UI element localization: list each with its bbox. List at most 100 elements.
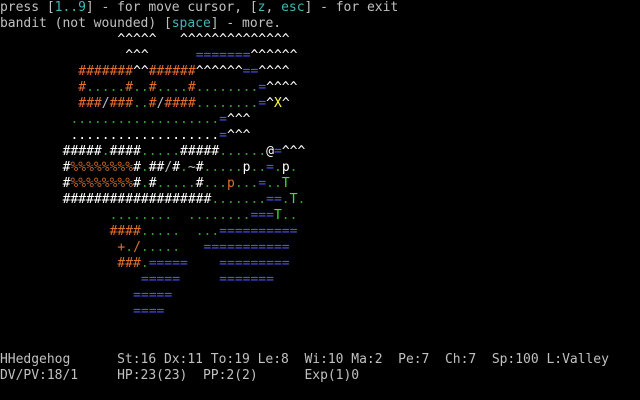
map-tiles (0, 96, 78, 111)
map-row: ===== ======= (0, 272, 274, 288)
map-tiles: ^^^^ (266, 80, 298, 95)
map-tiles: . (297, 192, 306, 207)
map-tiles: # (195, 176, 204, 191)
message-segment: esc (281, 0, 305, 15)
map-tiles (0, 128, 70, 143)
map-tiles: # (133, 176, 141, 191)
map-tiles: ... (203, 176, 228, 191)
map-tiles: ..... (86, 80, 126, 95)
message-segment: space (171, 16, 211, 31)
map-row: +./..... =========== (0, 240, 289, 256)
map-tiles: .. (133, 80, 149, 95)
map-row: #%%%%%%%%#.##/#.~#.....p..=.p. (0, 160, 298, 176)
map-tiles: ^^^^^^ (250, 48, 298, 63)
map-row: ...................=^^^ (0, 128, 250, 144)
map-tiles: . (180, 160, 188, 175)
map-tiles: .. (133, 96, 149, 111)
map-tiles: %%%%%%%% (70, 176, 134, 191)
map-tiles (0, 176, 63, 191)
map-tiles: . (273, 160, 282, 175)
map-tiles (180, 240, 203, 255)
message-segment: ] - for move cursor, [ (85, 0, 258, 15)
map-tiles (0, 112, 70, 127)
map-tiles (0, 240, 117, 255)
map-tiles: ................... (70, 128, 220, 143)
map-tiles: # (148, 96, 157, 111)
map-row: #.....#..#....#........=^^^^ (0, 80, 297, 96)
map-tiles: . (140, 176, 149, 191)
map-tiles: = (266, 160, 274, 175)
map-tiles: .... (156, 80, 188, 95)
map-tiles (157, 32, 180, 47)
map-tiles: . (101, 144, 110, 159)
map-tiles: # (133, 160, 141, 175)
map-tiles: . (140, 256, 149, 271)
map-tiles: ..... (140, 144, 181, 159)
map-tiles: ### (117, 256, 141, 271)
message-segment: 1..9 (54, 0, 86, 15)
map-tiles: === (250, 208, 274, 223)
map-tiles: ..... (203, 160, 243, 175)
status-line-stats: HHedgehog St:16 Dx:11 To:19 Le:8 Wi:10 M… (0, 352, 609, 367)
map-tiles: ### (109, 96, 134, 111)
map-tiles (188, 256, 219, 271)
map-tiles: ========= (219, 256, 290, 271)
map-tiles: .. (250, 160, 267, 175)
map-tiles (0, 272, 141, 287)
map-tiles: . (140, 160, 149, 175)
map-tiles: ===== (133, 288, 173, 303)
map-tiles: ####### (78, 64, 134, 79)
map-tiles (0, 80, 78, 95)
map-tiles: = (273, 144, 282, 159)
map-tiles (172, 208, 188, 223)
map-tiles: ........ (195, 96, 259, 111)
message-line-target: bandit (not wounded) [space] - more. (0, 16, 281, 32)
map-tiles: ### (78, 96, 102, 111)
map-tiles (149, 48, 196, 63)
map-tiles (0, 144, 63, 159)
map-tiles: ##### (62, 144, 102, 159)
map-tiles: ^^^ (125, 48, 149, 63)
map-tiles: = (219, 128, 227, 143)
map-row: ===== (0, 288, 172, 304)
map-tiles: # (148, 80, 157, 95)
map-tiles: ........ (109, 208, 173, 223)
map-tiles: ======= (219, 272, 274, 287)
map-tiles: ##### (180, 144, 220, 159)
map-tiles: #### (109, 224, 141, 239)
map-tiles: ..... (140, 224, 181, 239)
map-tiles: ^^^^^ (117, 32, 157, 47)
map-row: ...................=^^^ (0, 112, 250, 128)
message-line-keys: press [1..9] - for move cursor, [z, esc]… (0, 0, 398, 16)
map-tiles: ..... (156, 176, 196, 191)
game-map: ^^^^^ ^^^^^^^^^^^^^^ ^^^ =======^^^^^^ #… (0, 32, 640, 320)
map-tiles (0, 208, 110, 223)
map-row: #%%%%%%%%#.#.....#...p...=..T (0, 176, 290, 192)
monster-glyph: p (227, 176, 235, 191)
map-tiles: = (219, 112, 227, 127)
map-tiles: ^^^^ (258, 64, 290, 79)
player-glyph: @ (266, 144, 274, 159)
map-tiles: ........ (195, 80, 259, 95)
map-tiles: # (125, 80, 134, 95)
map-tiles: .. (281, 208, 298, 223)
look-cursor: X (273, 96, 282, 111)
message-segment: bandit (not wounded) [ (0, 16, 172, 31)
status-line-combat: DV/PV:18/1 HP:23(23) PP:2(2) Exp(1)0 (0, 368, 360, 383)
message-segment: ] - for exit (304, 0, 399, 15)
map-row: #######^^######^^^^^^==^^^^ (0, 64, 290, 80)
map-tiles (0, 192, 63, 207)
map-tiles: # (187, 80, 196, 95)
map-tiles: ........ (187, 208, 251, 223)
monster-glyph: p (242, 160, 251, 175)
map-tiles (0, 256, 117, 271)
map-tiles (0, 160, 63, 175)
map-tiles: # (78, 80, 87, 95)
map-tiles: .. (266, 176, 282, 191)
map-tiles: # (195, 160, 204, 175)
map-row: ^^^ =======^^^^^^ (0, 48, 297, 64)
map-tiles: ## (148, 160, 165, 175)
map-tiles: ===== (148, 256, 188, 271)
map-tiles: # (148, 176, 157, 191)
map-tiles: %%%%%%%% (70, 160, 134, 175)
